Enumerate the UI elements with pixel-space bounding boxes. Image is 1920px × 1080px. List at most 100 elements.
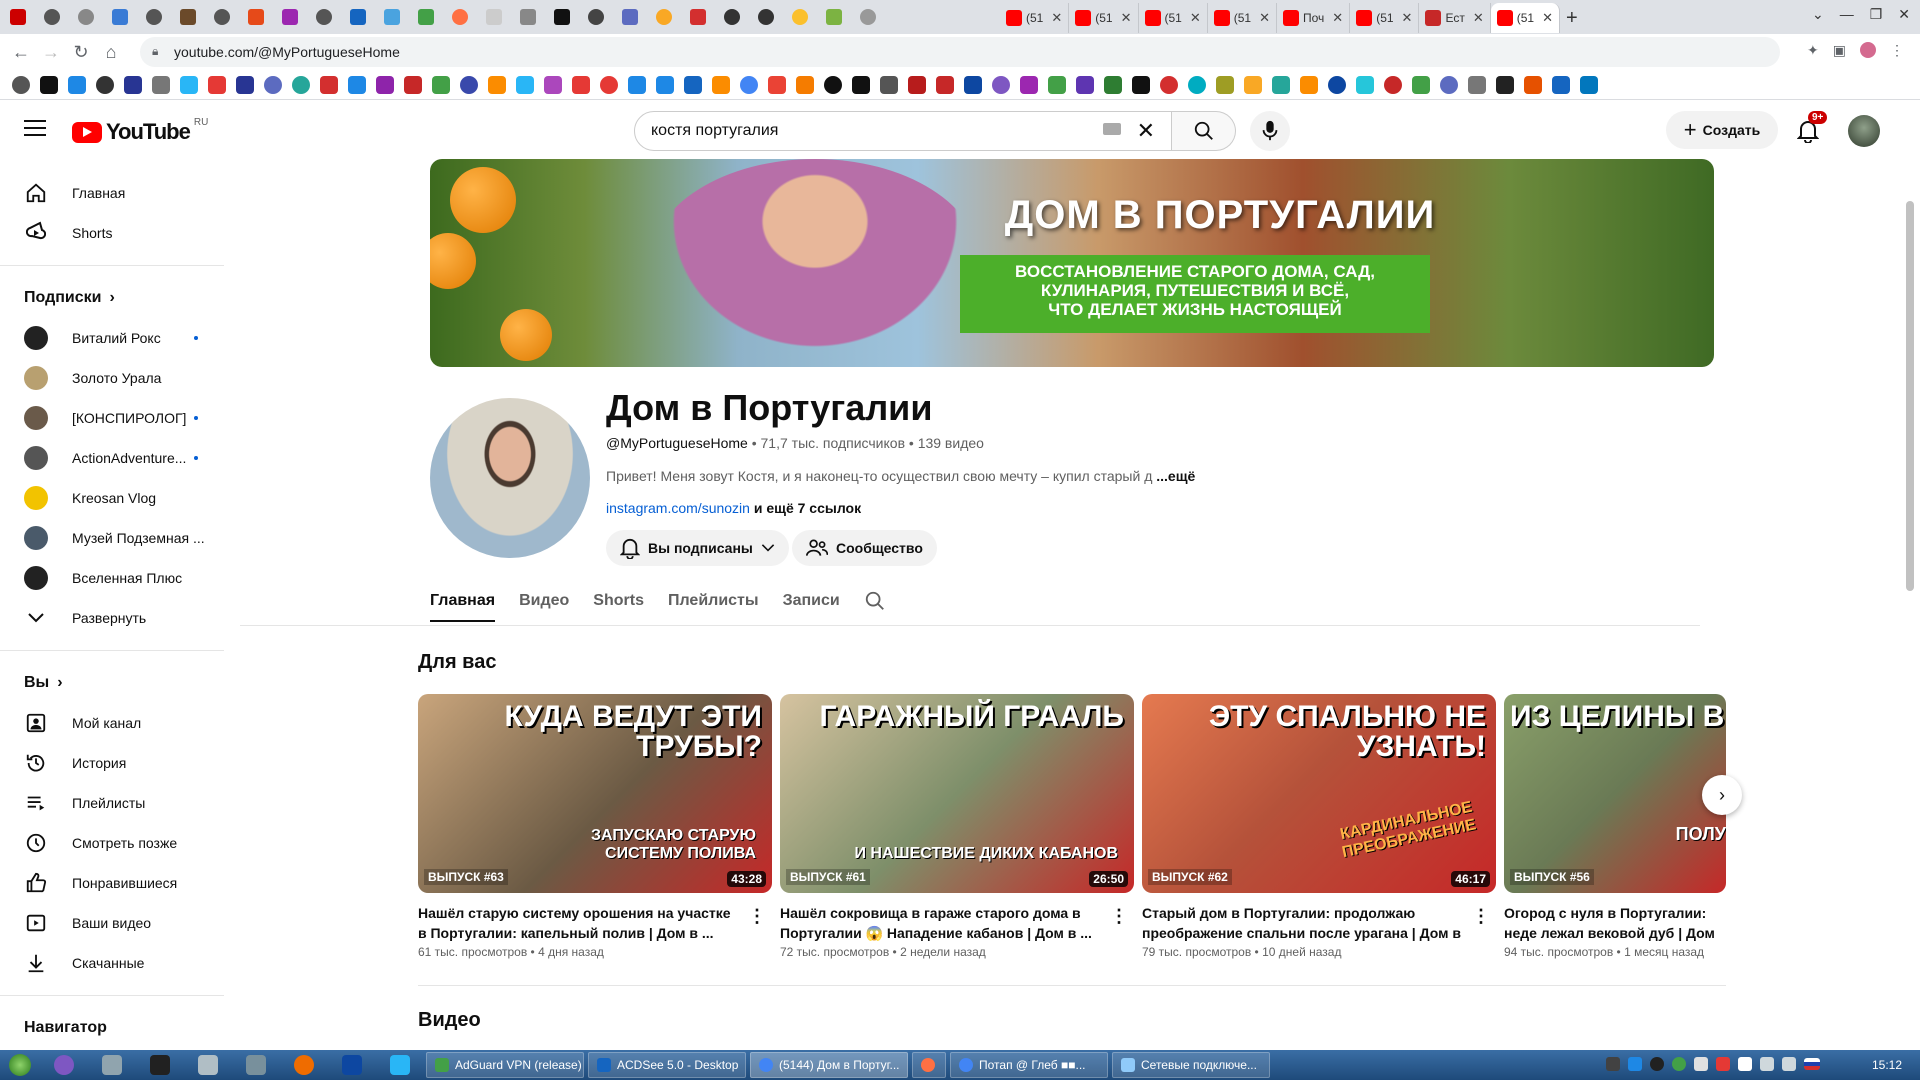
extensions-icon[interactable]: ✦	[1807, 42, 1819, 59]
channel-avatar-large[interactable]	[430, 398, 590, 558]
video-title[interactable]: Огород с нуля в Португалии: неде лежал в…	[1504, 903, 1726, 943]
forward-icon[interactable]: →	[36, 37, 66, 67]
bookmark-icon[interactable]	[908, 75, 926, 94]
bookmark-icon[interactable]	[404, 75, 422, 94]
tab-shorts[interactable]: Shorts	[593, 592, 644, 610]
bookmark-icon[interactable]	[152, 75, 170, 94]
bookmark-icon[interactable]	[1272, 75, 1290, 94]
quicklaunch-icon[interactable]	[198, 1055, 218, 1075]
sidebar-subscription[interactable]: Золото Урала	[0, 358, 224, 398]
tab[interactable]: Поч ✕	[1277, 3, 1351, 33]
bookmark-icon[interactable]	[236, 75, 254, 94]
keyboard-icon[interactable]	[1103, 123, 1121, 135]
bookmark-icon[interactable]	[824, 75, 842, 94]
clock[interactable]: 15:12	[1872, 1058, 1902, 1072]
tray-icon[interactable]	[1606, 1057, 1620, 1071]
tab[interactable]: (51 ✕	[1069, 3, 1139, 33]
youtube-logo[interactable]: YouTube RU	[72, 117, 208, 145]
channel-search-icon[interactable]	[864, 590, 886, 612]
close-icon[interactable]: ✕	[1051, 10, 1062, 26]
language-flag-icon[interactable]	[1804, 1058, 1820, 1070]
bookmark-icon[interactable]	[1048, 75, 1066, 94]
menu-icon[interactable]: ⋮	[1890, 42, 1904, 59]
tab-active[interactable]: (51 ✕	[1490, 3, 1560, 33]
taskbar-task[interactable]: ACDSee 5.0 - Desktop	[588, 1052, 746, 1078]
video-card[interactable]: ЭТУ СПАЛЬНЮ НЕ УЗНАТЬ! КАРДИНАЛЬНОЕ ПРЕО…	[1142, 694, 1496, 959]
tab[interactable]: Ест ✕	[1419, 3, 1491, 33]
sidebar-item-downloads[interactable]: Скачанные	[0, 943, 224, 983]
bookmark-icon[interactable]	[768, 75, 786, 94]
create-button[interactable]: + Создать	[1666, 111, 1778, 149]
home-icon[interactable]: ⌂	[96, 37, 126, 67]
volume-icon[interactable]	[1782, 1057, 1796, 1071]
video-card[interactable]: КУДА ВЕДУТ ЭТИ ТРУБЫ? ЗАПУСКАЮ СТАРУЮ СИ…	[418, 694, 772, 959]
bookmark-icon[interactable]	[432, 75, 450, 94]
close-icon[interactable]: ✕	[1259, 10, 1270, 26]
bookmark-icon[interactable]	[1356, 75, 1374, 94]
sidebar-subscription[interactable]: Музей Подземная ...	[0, 518, 224, 558]
bookmark-icon[interactable]	[964, 75, 982, 94]
pinned-tabs[interactable]	[0, 9, 1000, 25]
bookmark-icon[interactable]	[1160, 75, 1178, 94]
back-icon[interactable]: ←	[6, 37, 36, 67]
bookmark-icon[interactable]	[68, 75, 86, 94]
sidebar-subscription[interactable]: Виталий Рокс	[0, 318, 224, 358]
quicklaunch-icon[interactable]	[102, 1055, 122, 1075]
menu-hamburger-icon[interactable]	[24, 120, 46, 136]
bookmark-icon[interactable]	[1104, 75, 1122, 94]
community-button[interactable]: Сообщество	[792, 530, 937, 566]
video-title[interactable]: Старый дом в Португалии: продолжаю преоб…	[1142, 903, 1462, 943]
more-actions-icon[interactable]: ⋮	[748, 906, 766, 927]
bookmark-icon[interactable]	[880, 75, 898, 94]
bookmark-icon[interactable]	[656, 75, 674, 94]
bookmark-icon[interactable]	[488, 75, 506, 94]
bookmark-icon[interactable]	[1384, 75, 1402, 94]
video-thumbnail[interactable]: ГАРАЖНЫЙ ГРААЛЬ И НАШЕСТВИЕ ДИКИХ КАБАНО…	[780, 694, 1134, 893]
subscribed-button[interactable]: Вы подписаны	[606, 530, 789, 566]
channel-description[interactable]: Привет! Меня зовут Костя, и я наконец-то…	[606, 468, 1195, 484]
taskbar-task[interactable]: Сетевые подключе...	[1112, 1052, 1270, 1078]
video-thumbnail[interactable]: КУДА ВЕДУТ ЭТИ ТРУБЫ? ЗАПУСКАЮ СТАРУЮ СИ…	[418, 694, 772, 893]
quicklaunch-icon[interactable]	[294, 1055, 314, 1075]
quicklaunch-icon[interactable]	[150, 1055, 170, 1075]
tray-icon[interactable]	[1672, 1057, 1686, 1071]
bookmark-icon[interactable]	[1412, 75, 1430, 94]
video-thumbnail[interactable]: ИЗ ЦЕЛИНЫ В ПОЛУ ВЫПУСК #56	[1504, 694, 1726, 893]
subscriptions-heading[interactable]: Подписки ›	[0, 278, 224, 318]
video-card[interactable]: ГАРАЖНЫЙ ГРААЛЬ И НАШЕСТВИЕ ДИКИХ КАБАНО…	[780, 694, 1134, 959]
sidebar-subscription[interactable]: Kreosan Vlog	[0, 478, 224, 518]
video-card[interactable]: ИЗ ЦЕЛИНЫ В ПОЛУ ВЫПУСК #56 Огород с нул…	[1504, 694, 1726, 959]
bookmark-icon[interactable]	[1132, 75, 1150, 94]
bookmark-icon[interactable]	[712, 75, 730, 94]
tab[interactable]: (51 ✕	[1208, 3, 1277, 33]
bookmark-icon[interactable]	[1468, 75, 1486, 94]
close-icon[interactable]: ✕	[1332, 10, 1343, 26]
close-icon[interactable]: ✕	[1190, 10, 1201, 26]
clear-search-icon[interactable]: ✕	[1137, 118, 1155, 144]
video-thumbnail[interactable]: ЭТУ СПАЛЬНЮ НЕ УЗНАТЬ! КАРДИНАЛЬНОЕ ПРЕО…	[1142, 694, 1496, 893]
bookmark-icon[interactable]	[1580, 75, 1598, 94]
quicklaunch-icon[interactable]	[390, 1055, 410, 1075]
video-title[interactable]: Нашёл сокровища в гараже старого дома в …	[780, 903, 1100, 943]
sidebar-item-watch-later[interactable]: Смотреть позже	[0, 823, 224, 863]
bookmark-icon[interactable]	[460, 75, 478, 94]
bookmark-icon[interactable]	[852, 75, 870, 94]
sidebar-subscription[interactable]: [КОНСПИРОЛОГ]	[0, 398, 224, 438]
tab[interactable]: (51 ✕	[1000, 3, 1070, 33]
tab[interactable]: (51 ✕	[1350, 3, 1420, 33]
new-tab-button[interactable]: +	[1560, 3, 1584, 33]
bookmark-icon[interactable]	[1020, 75, 1038, 94]
taskbar-task[interactable]: Потап @ Глеб ■■...	[950, 1052, 1108, 1078]
bookmark-icon[interactable]	[572, 75, 590, 94]
bookmark-icon[interactable]	[1300, 75, 1318, 94]
bookmark-icon[interactable]	[208, 75, 226, 94]
bookmark-icon[interactable]	[348, 75, 366, 94]
close-icon[interactable]: ✕	[1402, 10, 1413, 26]
url-field[interactable]: 🔒︎ youtube.com/@MyPortugueseHome	[140, 37, 1780, 67]
more-actions-icon[interactable]: ⋮	[1472, 906, 1490, 927]
bookmark-icon[interactable]	[124, 75, 142, 94]
bookmark-icon[interactable]	[180, 75, 198, 94]
tray-icon[interactable]	[1628, 1057, 1642, 1071]
bookmark-icon[interactable]	[1076, 75, 1094, 94]
close-window-icon[interactable]: ✕	[1898, 6, 1910, 23]
